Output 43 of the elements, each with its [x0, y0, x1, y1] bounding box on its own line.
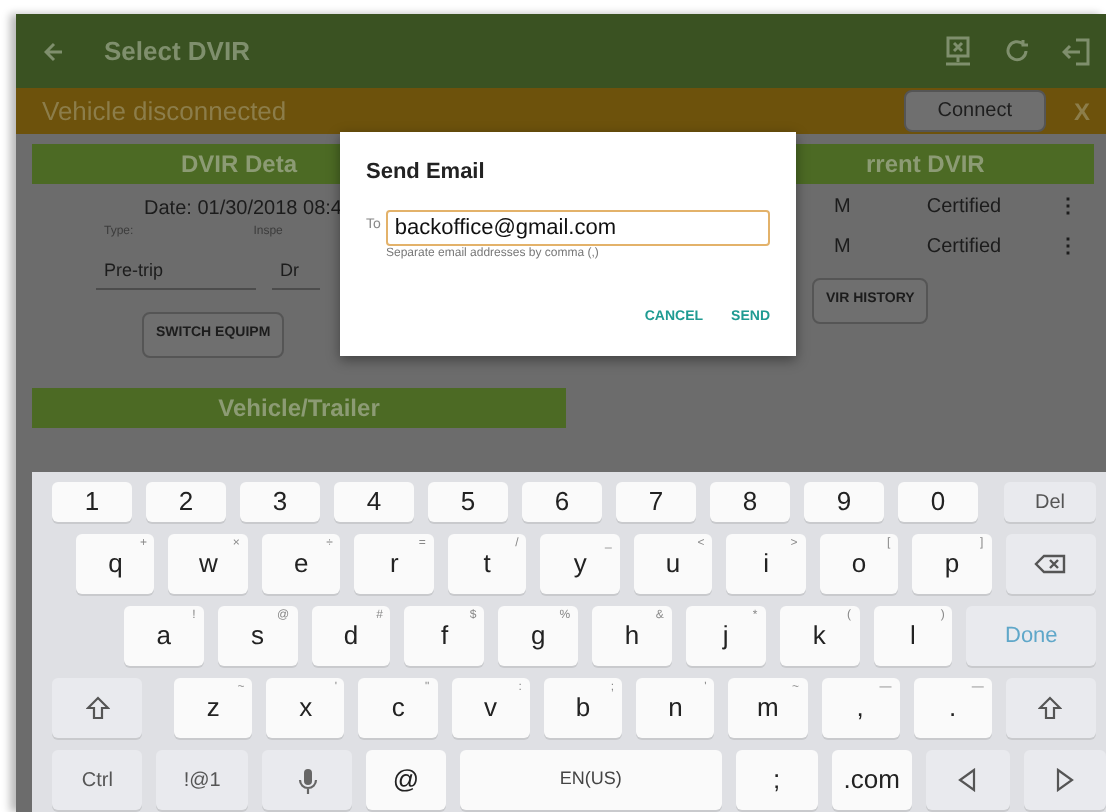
space-key[interactable]: EN(US) [459, 750, 723, 810]
key[interactable]: 4 [334, 482, 414, 522]
key[interactable]: 9 [804, 482, 884, 522]
email-input-field[interactable]: backoffice@gmail.com [386, 209, 770, 245]
left-arrow-icon [958, 768, 977, 792]
shift-key[interactable] [52, 678, 143, 738]
key[interactable]: .com [831, 750, 913, 810]
time-text: M [834, 233, 851, 261]
date-text: Date: 01/30/2018 08:4 [142, 196, 342, 224]
key[interactable]: 2 [146, 482, 226, 522]
left-key[interactable] [926, 750, 1010, 810]
dialog-title: Send Email [366, 158, 487, 188]
function-key[interactable]: !@1 [156, 750, 248, 810]
banner-text: Vehicle disconnected [42, 93, 287, 130]
microphone-icon [297, 767, 318, 793]
key[interactable]: 6 [522, 482, 602, 522]
monitor-x-icon[interactable] [944, 36, 972, 66]
screen-title: Select DVIR [104, 33, 250, 70]
backspace-key[interactable] [1005, 534, 1097, 594]
status-text: Certified [926, 233, 1002, 261]
shift-icon [1038, 696, 1063, 720]
right-key[interactable] [1023, 750, 1106, 810]
key[interactable]: 8 [710, 482, 790, 522]
key[interactable]: 0 [898, 482, 978, 522]
key[interactable]: ; [736, 750, 818, 810]
function-key[interactable]: Del [1004, 482, 1096, 522]
section-header: Vehicle/Trailer [32, 387, 566, 427]
mic-key[interactable] [261, 750, 353, 810]
refresh-icon[interactable] [1004, 38, 1030, 64]
shift-key[interactable] [1005, 678, 1096, 738]
logout-icon[interactable] [1062, 37, 1090, 65]
shift-icon [85, 696, 110, 720]
key[interactable]: 5 [428, 482, 508, 522]
function-key[interactable]: Ctrl [52, 750, 143, 810]
back-arrow-icon[interactable] [44, 41, 64, 61]
time-text: M [834, 193, 851, 221]
status-text: Certified [926, 193, 1002, 221]
key[interactable]: @ [366, 750, 446, 810]
key[interactable]: 1 [52, 482, 132, 522]
key[interactable]: 3 [240, 482, 320, 522]
right-arrow-icon [1055, 768, 1074, 792]
key[interactable]: 7 [616, 482, 696, 522]
backspace-icon [1034, 554, 1067, 574]
